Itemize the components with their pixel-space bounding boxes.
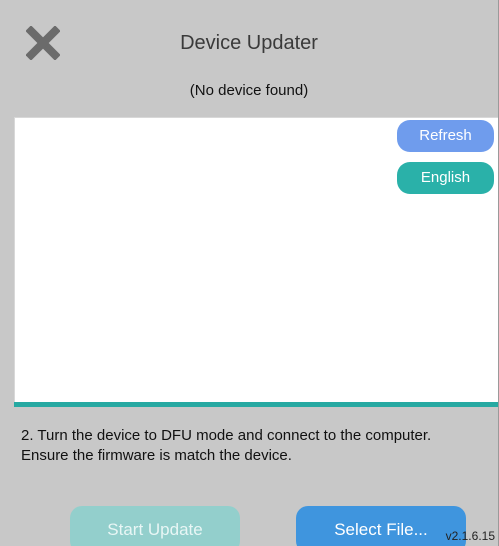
- device-list-panel: Refresh English: [14, 117, 498, 403]
- header: Device Updater (No device found): [0, 0, 498, 116]
- instructions: 2. Turn the device to DFU mode and conne…: [21, 426, 491, 466]
- language-button[interactable]: English: [397, 162, 494, 194]
- select-file-button[interactable]: Select File...: [296, 506, 466, 546]
- device-updater-window: Device Updater (No device found) Refresh…: [0, 0, 499, 546]
- start-update-button[interactable]: Start Update: [70, 506, 240, 546]
- device-status: (No device found): [189, 82, 309, 99]
- instruction-line-1: 2. Turn the device to DFU mode and conne…: [21, 427, 432, 444]
- page-title: Device Updater: [180, 32, 318, 54]
- version-label: v2.1.6.15: [445, 529, 495, 543]
- refresh-button[interactable]: Refresh: [397, 120, 494, 152]
- panel-accent-bar: [14, 402, 498, 407]
- instruction-line-2: Ensure the firmware is match the device.: [21, 447, 292, 464]
